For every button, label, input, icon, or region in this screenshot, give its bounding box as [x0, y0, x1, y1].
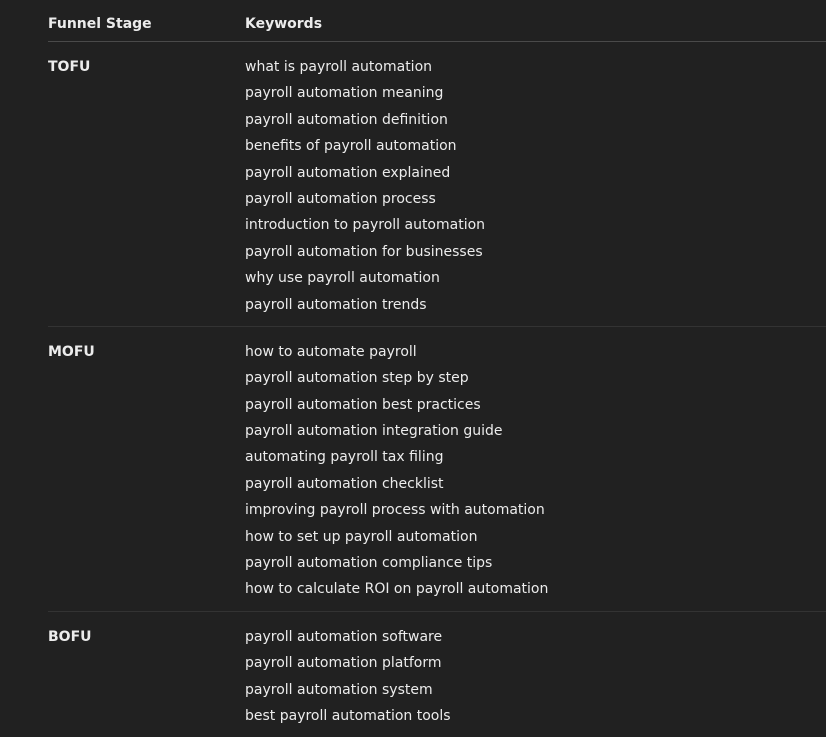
mofu-keyword-list: how to automate payroll payroll automati…	[245, 342, 826, 606]
tofu-section-row: TOFU what is payroll automation payroll …	[48, 42, 826, 326]
keyword-item: benefits of payroll automation	[245, 138, 457, 155]
keyword-item: improving payroll process with automatio…	[245, 502, 545, 519]
keyword-item: automating payroll tax filing	[245, 449, 444, 466]
keyword-item: payroll automation compliance tips	[245, 555, 493, 572]
keyword-item: why use payroll automation	[245, 270, 440, 287]
keyword-item: payroll automation for businesses	[245, 243, 483, 260]
keyword-item: how to set up payroll automation	[245, 528, 478, 545]
keyword-item: payroll automation platform	[245, 655, 442, 672]
keyword-item: how to automate payroll	[245, 343, 417, 360]
keyword-item: payroll automation software	[245, 628, 443, 645]
stage-label-tofu: TOFU	[48, 59, 91, 75]
keyword-item: how to calculate ROI on payroll automati…	[245, 581, 549, 598]
keyword-item: payroll automation checklist	[245, 475, 444, 492]
keyword-item: payroll automation system	[245, 681, 433, 698]
bofu-keyword-list: payroll automation software payroll auto…	[245, 627, 826, 733]
keyword-item: best payroll automation tools	[245, 707, 451, 724]
tofu-keyword-list: what is payroll automation payroll autom…	[245, 57, 826, 321]
keywords-column-header: Keywords	[245, 16, 323, 32]
keyword-item: what is payroll automation	[245, 59, 433, 75]
table-header-row: Funnel Stage Keywords	[48, 0, 826, 42]
funnel-stage-column-header: Funnel Stage	[48, 16, 152, 32]
keyword-item: payroll automation process	[245, 190, 436, 207]
keyword-item: payroll automation meaning	[245, 85, 444, 102]
funnel-keyword-table: Funnel Stage Keywords TOFU what is payro…	[48, 0, 826, 737]
keyword-item: payroll automation explained	[245, 164, 451, 181]
keyword-item: payroll automation best practices	[245, 396, 481, 413]
keyword-item: payroll automation step by step	[245, 370, 469, 387]
bofu-section-row: BOFU payroll automation software payroll…	[48, 610, 826, 737]
keyword-item: introduction to payroll automation	[245, 217, 486, 234]
mofu-section-row: MOFU how to automate payroll payroll aut…	[48, 325, 826, 611]
keyword-item: payroll automation definition	[245, 111, 448, 128]
stage-label-mofu: MOFU	[48, 343, 95, 360]
keyword-item: payroll automation integration guide	[245, 423, 503, 440]
stage-label-bofu: BOFU	[48, 628, 92, 645]
keyword-item: payroll automation trends	[245, 296, 427, 313]
